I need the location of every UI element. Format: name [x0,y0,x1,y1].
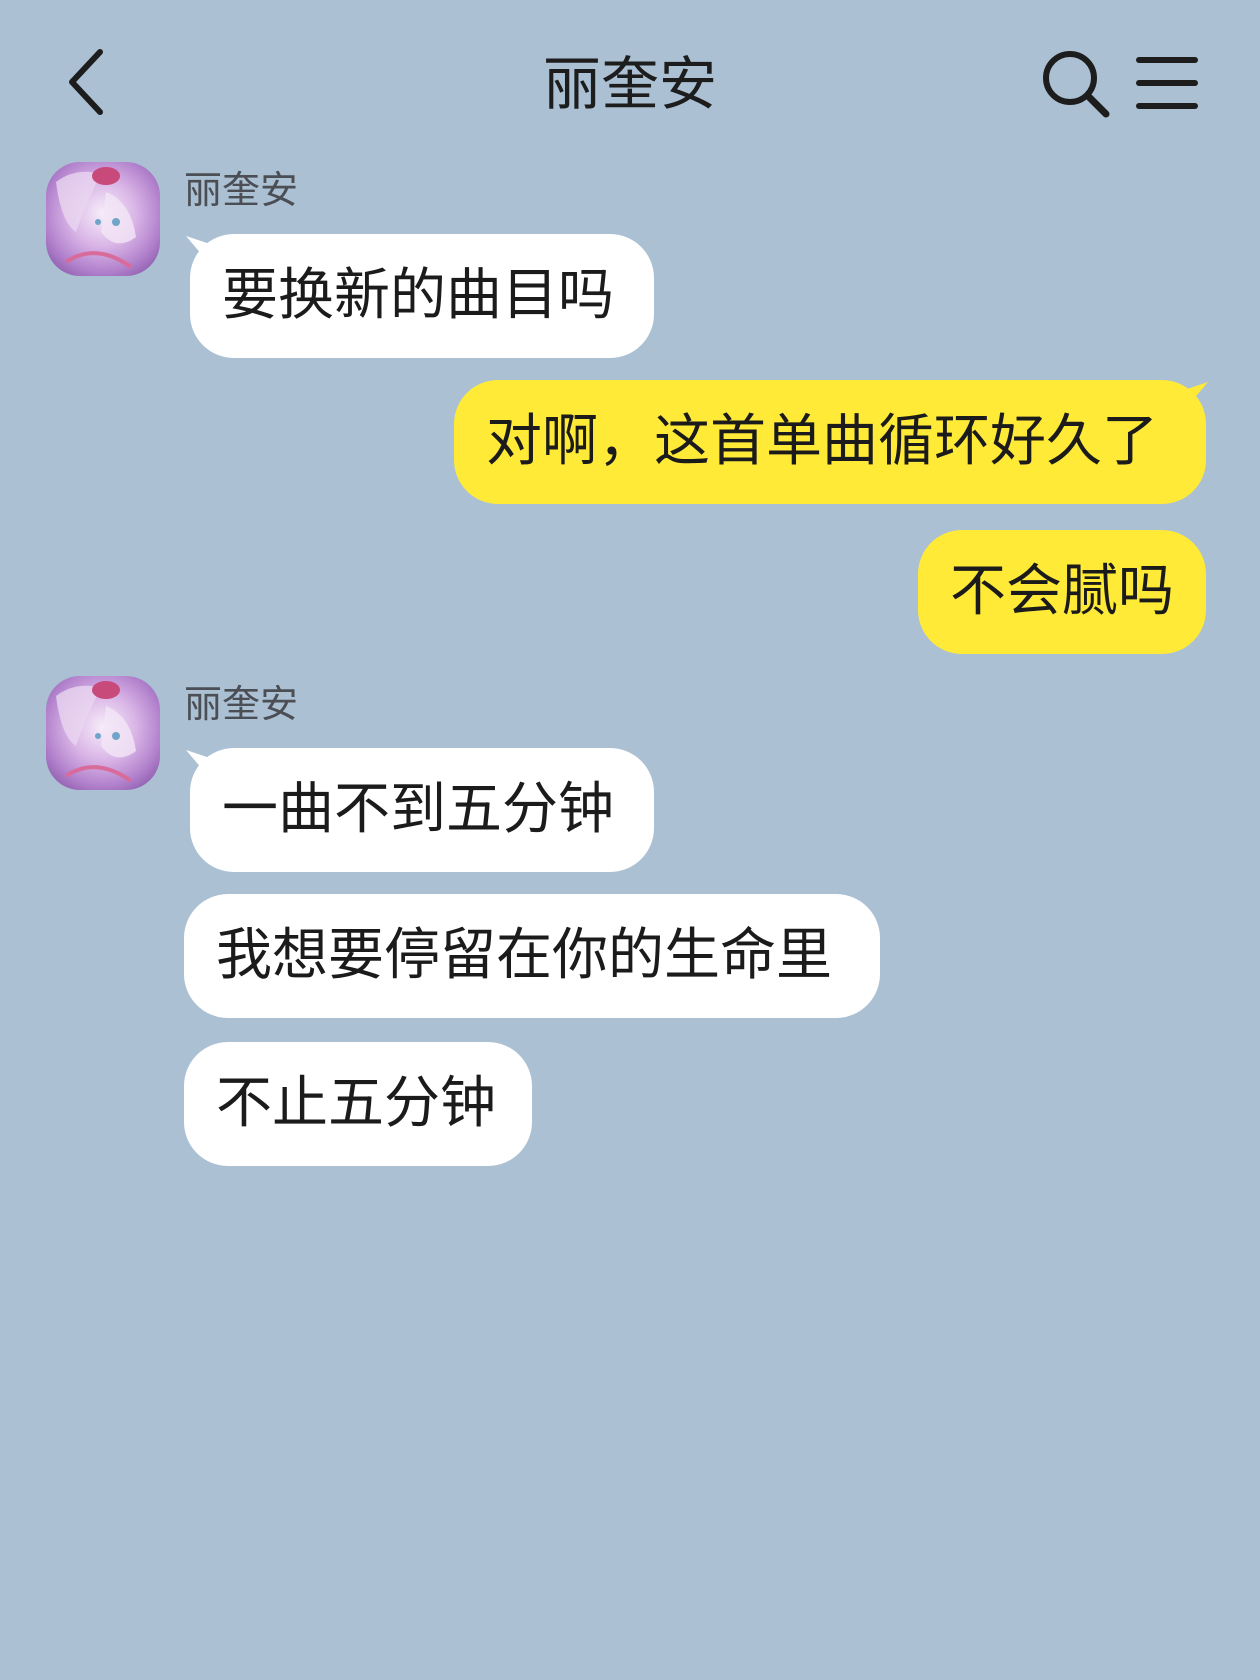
sender-name: 丽奎安 [184,682,299,726]
message-bubble-outgoing[interactable]: 不会腻吗 [918,530,1206,654]
chat-header: 丽奎安 [0,0,1260,160]
message-bubble-outgoing[interactable]: 对啊，这首单曲循环好久了 [454,380,1206,504]
message-bubble-incoming[interactable]: 不止五分钟 [184,1042,532,1166]
avatar[interactable] [46,162,160,276]
message-bubble-incoming[interactable]: 要换新的曲目吗 [190,234,654,358]
hamburger-menu-icon[interactable] [1136,52,1198,114]
search-icon[interactable] [1040,48,1112,120]
avatar[interactable] [46,676,160,790]
message-bubble-incoming[interactable]: 一曲不到五分钟 [190,748,654,872]
sender-name: 丽奎安 [184,168,299,212]
message-bubble-incoming[interactable]: 我想要停留在你的生命里 [184,894,880,1018]
